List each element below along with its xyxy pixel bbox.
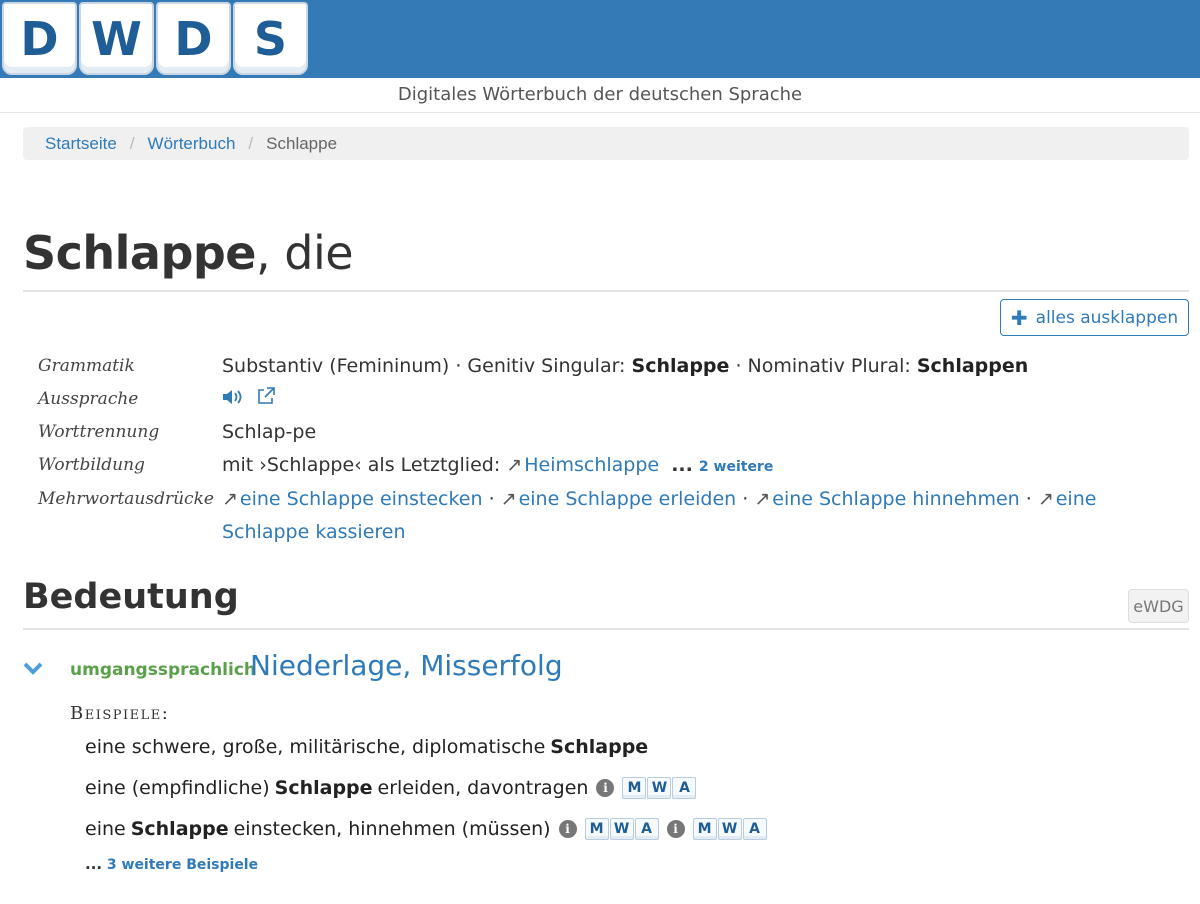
arrow-icon: ↗	[1037, 488, 1054, 510]
arrow-icon: ↗	[222, 488, 238, 510]
row-aussprache: Aussprache	[38, 383, 1158, 417]
grammatik-text: · Nominativ Plural:	[735, 355, 911, 377]
mwa-link[interactable]: eine Schlappe einstecken	[240, 488, 483, 510]
divider	[0, 112, 1200, 113]
wortbildung-text: mit ›Schlappe‹ als Letztglied:	[222, 453, 501, 476]
breadcrumb-separator: /	[129, 133, 135, 153]
mwa-letter: W	[647, 777, 672, 799]
mwa-badge[interactable]: MWA	[584, 818, 659, 840]
mwa-letter: W	[609, 818, 634, 840]
example-item: eine schwere, große, militärische, diplo…	[85, 736, 653, 758]
dwds-logo[interactable]: D W D S	[2, 2, 308, 75]
worttrennung-value: Schlap-pe	[222, 421, 317, 443]
divider	[23, 628, 1189, 630]
worttrennung-label: Worttrennung	[38, 422, 160, 442]
wortbildung-value: mit ›Schlappe‹ als Letztglied: ↗ Heimschl…	[222, 449, 1158, 484]
mwa-value: ↗ eine Schlappe einstecken · ↗ eine Schlap…	[222, 488, 1097, 543]
mwa-badge[interactable]: MWA	[692, 818, 767, 840]
example-text: eine schwere, große, militärische, diplo…	[85, 736, 546, 758]
more-dots: ...	[85, 855, 103, 873]
info-icon[interactable]: i	[666, 820, 685, 838]
breadcrumb-current: Schlappe	[266, 133, 338, 153]
row-mehrwortausdruecke: Mehrwortausdrücke ↗ eine Schlappe einstec…	[38, 483, 1158, 548]
example-keyword: Schlappe	[550, 736, 649, 758]
plus-icon: ✚	[1010, 305, 1028, 330]
meaning-text: Niederlage, Misserfolg	[250, 649, 563, 682]
example-text: eine (empfindliche)	[85, 777, 270, 799]
examples-label: Beispiele:	[70, 703, 170, 724]
expand-all-button[interactable]: ✚ alles ausklappen	[1000, 299, 1189, 336]
aussprache-value	[222, 383, 1158, 417]
breadcrumb: Startseite / Wörterbuch / Schlappe	[23, 127, 1189, 160]
row-grammatik: Grammatik Substantiv (Femininum) · Genit…	[38, 350, 1158, 383]
wortbildung-label: Wortbildung	[38, 454, 145, 475]
page-title: Schlappe, die	[23, 226, 354, 280]
example-keyword: Schlappe	[130, 818, 229, 840]
link-heimschlappe[interactable]: Heimschlappe	[524, 454, 659, 476]
example-text: erleiden, davontragen	[377, 777, 589, 799]
aussprache-label: Aussprache	[38, 388, 139, 409]
entry-info-table: Grammatik Substantiv (Femininum) · Genit…	[38, 350, 1158, 548]
mwa-letter: A	[742, 818, 767, 840]
wortbildung-more-link[interactable]: 2 weitere	[699, 459, 773, 475]
speaker-icon[interactable]	[222, 389, 249, 409]
grammatik-value: Substantiv (Femininum) · Genitiv Singula…	[222, 350, 1158, 383]
example-item: eine (empfindliche) Schlappe erleiden, dav…	[85, 777, 697, 799]
example-text: einstecken, hinnehmen (müssen)	[233, 818, 551, 840]
mwa-letter: W	[717, 818, 742, 840]
arrow-icon: ↗	[500, 488, 517, 510]
mwa-link[interactable]: eine Schlappe hinnehmen	[772, 488, 1019, 510]
logo-tile: S	[233, 2, 308, 75]
arrow-icon: ↗	[506, 453, 523, 476]
mwa-label: Mehrwortausdrücke	[38, 489, 214, 509]
logo-tile: D	[2, 2, 77, 75]
divider	[23, 290, 1189, 292]
more-dots: ...	[671, 453, 693, 476]
chevron-down-icon[interactable]	[23, 656, 43, 681]
breadcrumb-startseite[interactable]: Startseite	[45, 134, 117, 154]
section-heading-bedeutung: Bedeutung	[23, 577, 239, 617]
expand-all-label: alles ausklappen	[1035, 307, 1179, 328]
source-badge[interactable]: eWDG	[1128, 589, 1189, 623]
register-label: umgangssprachlich	[70, 660, 257, 680]
info-icon[interactable]: i	[596, 779, 615, 797]
mwa-letter: A	[634, 818, 659, 840]
site-subtitle: Digitales Wörterbuch der deutschen Sprac…	[397, 84, 803, 105]
example-text: eine	[85, 818, 126, 840]
article: , die	[256, 226, 354, 280]
row-worttrennung: Worttrennung Schlap-pe	[38, 416, 1158, 449]
genitive-form: Schlappe	[631, 355, 730, 377]
mwa-link[interactable]: eine Schlappe erleiden	[519, 488, 737, 510]
example-item: eine Schlappe einstecken, hinnehmen (müsse…	[85, 818, 767, 840]
row-wortbildung: Wortbildung mit ›Schlappe‹ als Letztglie…	[38, 449, 1158, 484]
breadcrumb-woerterbuch[interactable]: Wörterbuch	[148, 134, 236, 154]
info-icon[interactable]: i	[558, 820, 577, 838]
logo-tile: D	[156, 2, 231, 75]
external-link-icon[interactable]	[257, 386, 275, 409]
example-keyword: Schlappe	[274, 777, 373, 799]
mwa-letter: A	[672, 777, 697, 799]
grammatik-label: Grammatik	[38, 356, 135, 376]
mwa-badge[interactable]: MWA	[622, 777, 697, 799]
breadcrumb-separator: /	[248, 133, 254, 153]
arrow-icon: ↗	[754, 488, 771, 510]
logo-tile: W	[79, 2, 154, 75]
lemma: Schlappe	[23, 226, 257, 280]
grammatik-text: Substantiv (Femininum) · Genitiv Singula…	[222, 355, 626, 377]
more-examples-link[interactable]: 3 weitere Beispiele	[107, 857, 258, 873]
mwa-letter: M	[584, 818, 609, 840]
plural-form: Schlappen	[916, 355, 1029, 377]
more-examples: ... 3 weitere Beispiele	[85, 855, 258, 873]
mwa-letter: M	[692, 818, 717, 840]
top-bar: D W D S	[0, 0, 1200, 78]
mwa-letter: M	[622, 777, 647, 799]
